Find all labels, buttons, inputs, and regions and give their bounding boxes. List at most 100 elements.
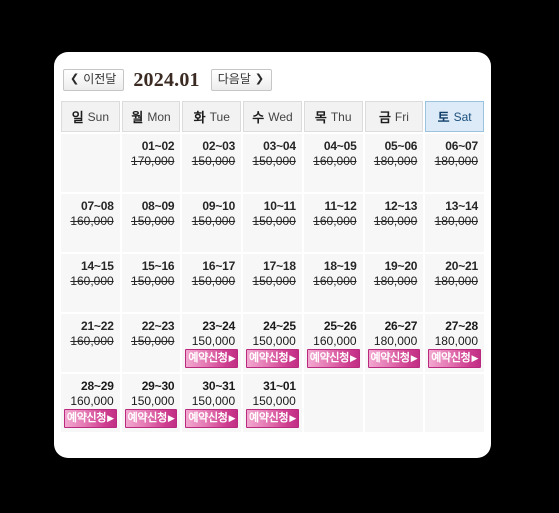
booking-request-button[interactable]: 예약신청 ▶ (428, 349, 481, 368)
chevron-right-icon: ❯ (254, 73, 265, 85)
price-soldout: 160,000 (313, 214, 357, 228)
prev-month-button[interactable]: ❮ 이전달 (63, 69, 125, 91)
date-range-label: 23~24 (202, 319, 236, 333)
price-label: 160,000 (313, 334, 357, 348)
booking-request-label: 예약신청 (188, 352, 228, 364)
triangle-right-icon: ▶ (289, 353, 296, 363)
calendar-cell: 14~15 160,000 (61, 254, 120, 312)
next-month-button[interactable]: 다음달 ❯ (210, 69, 273, 91)
booking-request-button[interactable]: 예약신청 ▶ (306, 349, 360, 368)
price-soldout: 150,000 (252, 274, 296, 288)
calendar-body: 01~02 170,000 02~03 150,000 03~04 150,000 04~0… (61, 134, 484, 432)
weekday-header-tue[interactable]: 화 Tue (182, 101, 242, 132)
price-label: 160,000 (70, 394, 114, 408)
weekday-header-sun[interactable]: 일 Sun (61, 101, 120, 132)
triangle-right-icon: ▶ (107, 413, 114, 423)
date-range-label: 06~07 (445, 139, 478, 153)
booking-request-button[interactable]: 예약신청 ▶ (246, 349, 299, 368)
triangle-right-icon: ▶ (289, 413, 296, 423)
date-range-label: 25~26 (323, 319, 357, 333)
date-range-label: 29~30 (141, 379, 175, 393)
date-range-label: 19~20 (384, 259, 418, 273)
date-range-label: 21~22 (80, 319, 114, 333)
calendar-cell: 04~05 160,000 (303, 134, 363, 192)
price-soldout: 180,000 (373, 154, 418, 168)
date-range-label: 09~10 (202, 199, 236, 213)
calendar-week-row: 21~22 160,000 22~23 150,000 23~24 150,000 예약신청… (61, 314, 484, 372)
calendar-week-row: 07~08 160,000 08~09 150,000 09~10 150,000 10~1… (61, 194, 484, 252)
weekday-label-en: Sun (87, 109, 110, 124)
calendar-cell: 16~17 150,000 (182, 254, 242, 312)
price-soldout: 150,000 (191, 274, 236, 288)
date-range-label: 20~21 (445, 259, 478, 273)
date-range-label: 30~31 (202, 379, 236, 393)
triangle-right-icon: ▶ (471, 353, 479, 363)
date-range-label: 04~05 (323, 139, 357, 153)
price-label: 180,000 (434, 334, 478, 348)
date-range-label: 10~11 (263, 199, 296, 213)
date-range-label: 17~18 (263, 259, 296, 273)
booking-request-button[interactable]: 예약신청 ▶ (64, 409, 117, 428)
booking-request-label: 예약신청 (370, 352, 410, 364)
price-soldout: 150,000 (191, 214, 236, 228)
weekday-header-fri[interactable]: 금 Fri (364, 101, 424, 132)
date-range-label: 12~13 (384, 199, 418, 213)
calendar-cell-empty (425, 374, 484, 432)
weekday-header-sat[interactable]: 토 Sat (425, 101, 484, 132)
date-range-label: 01~02 (141, 139, 175, 153)
calendar-cell[interactable]: 27~28 180,000 예약신청 ▶ (425, 314, 484, 372)
calendar-cell-empty (61, 134, 120, 192)
weekday-label-ko: 토 (437, 110, 450, 125)
calendar-cell[interactable]: 31~01 150,000 예약신청 ▶ (243, 374, 302, 432)
weekday-label-ko: 수 (252, 110, 265, 125)
calendar-cell-empty (364, 374, 424, 432)
date-range-label: 07~08 (80, 199, 114, 213)
triangle-right-icon: ▶ (410, 353, 418, 363)
calendar-week-row: 14~15 160,000 15~16 150,000 16~17 150,000 17~1… (61, 254, 484, 312)
next-month-label: 다음달 (217, 72, 251, 86)
weekday-header-wed[interactable]: 수 Wed (243, 101, 302, 132)
calendar-cell: 07~08 160,000 (61, 194, 120, 252)
calendar-cell: 15~16 150,000 (121, 254, 181, 312)
calendar-cell[interactable]: 26~27 180,000 예약신청 ▶ (364, 314, 424, 372)
price-soldout: 160,000 (70, 214, 114, 228)
weekday-header-mon[interactable]: 월 Mon (121, 101, 181, 132)
booking-request-button[interactable]: 예약신청 ▶ (124, 409, 178, 428)
booking-request-button[interactable]: 예약신청 ▶ (185, 349, 239, 368)
date-range-label: 18~19 (323, 259, 357, 273)
price-soldout: 160,000 (313, 154, 357, 168)
booking-request-button[interactable]: 예약신청 ▶ (246, 409, 299, 428)
price-soldout: 180,000 (373, 274, 418, 288)
date-range-label: 03~04 (263, 139, 296, 153)
date-range-label: 28~29 (80, 379, 114, 393)
calendar-cell: 02~03 150,000 (182, 134, 242, 192)
calendar-nav-bar: ❮ 이전달 2024.01 다음달 ❯ (54, 62, 491, 101)
booking-request-label: 예약신청 (188, 412, 228, 424)
date-range-label: 05~06 (384, 139, 418, 153)
calendar-cell[interactable]: 29~30 150,000 예약신청 ▶ (121, 374, 181, 432)
calendar-cell[interactable]: 24~25 150,000 예약신청 ▶ (243, 314, 302, 372)
date-range-label: 13~14 (445, 199, 478, 213)
calendar-cell: 17~18 150,000 (243, 254, 302, 312)
calendar-cell: 06~07 180,000 (425, 134, 484, 192)
date-range-label: 11~12 (324, 199, 357, 213)
weekday-header-thu[interactable]: 목 Thu (303, 101, 363, 132)
triangle-right-icon: ▶ (228, 353, 236, 363)
booking-request-button[interactable]: 예약신청 ▶ (367, 349, 421, 368)
calendar-cell[interactable]: 23~24 150,000 예약신청 ▶ (182, 314, 242, 372)
calendar-cell: 13~14 180,000 (425, 194, 484, 252)
price-soldout: 160,000 (313, 274, 357, 288)
calendar-cell: 09~10 150,000 (182, 194, 242, 252)
calendar-cell[interactable]: 28~29 160,000 예약신청 ▶ (61, 374, 120, 432)
price-soldout: 150,000 (131, 334, 175, 348)
price-label: 150,000 (191, 394, 236, 408)
price-soldout: 150,000 (191, 154, 236, 168)
booking-calendar-panel: ❮ 이전달 2024.01 다음달 ❯ 일 Sun 월 Mon 화 Tue 수 Wed 목 Thu… (54, 52, 491, 458)
booking-request-button[interactable]: 예약신청 ▶ (185, 409, 239, 428)
calendar-cell[interactable]: 30~31 150,000 예약신청 ▶ (182, 374, 242, 432)
calendar-cell: 11~12 160,000 (303, 194, 363, 252)
triangle-right-icon: ▶ (167, 413, 175, 423)
booking-request-label: 예약신청 (431, 352, 471, 364)
calendar-cell: 01~02 170,000 (121, 134, 181, 192)
calendar-cell[interactable]: 25~26 160,000 예약신청 ▶ (303, 314, 363, 372)
